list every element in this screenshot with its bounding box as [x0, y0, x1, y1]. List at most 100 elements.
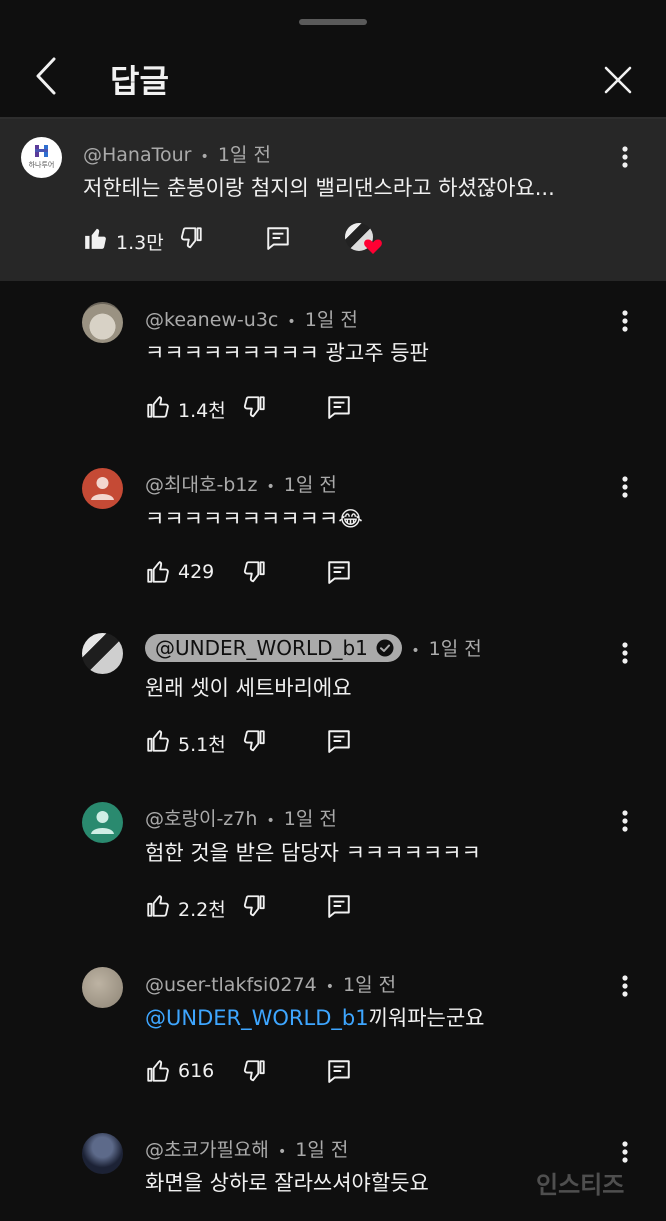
thumbs-down-icon: [243, 396, 265, 418]
like-button[interactable]: [145, 559, 171, 589]
reply-icon: [328, 895, 350, 918]
page-title: 답글: [110, 62, 169, 100]
watermark: 인스티즈: [536, 1171, 625, 1199]
avatar[interactable]: [82, 302, 123, 343]
like-count: 1.4천: [178, 400, 226, 422]
meta-separator: •: [277, 1144, 287, 1160]
comment-meta: @초코가필요해 • 1일 전: [145, 1135, 348, 1162]
comment-text-content: ㅋㅋㅋㅋㅋㅋㅋㅋㅋㅋ: [145, 507, 339, 531]
comment-text: 저한테는 춘봉이랑 첨지의 밸리댄스라고 하셨잖아요...: [83, 176, 555, 200]
comment-time[interactable]: 1일 전: [429, 638, 482, 660]
like-button[interactable]: [145, 394, 171, 424]
avatar[interactable]: [82, 1133, 123, 1174]
comment-text: @UNDER_WORLD_b1끼워파는군요: [145, 1002, 484, 1032]
default-user-icon: [91, 811, 114, 834]
comment-text: 험한 것을 받은 담당자 ㅋㅋㅋㅋㅋㅋㅋ: [145, 841, 481, 865]
comment-meta: @user-tlakfsi0274 • 1일 전: [145, 970, 396, 997]
comment-time[interactable]: 1일 전: [218, 144, 271, 166]
reply-button[interactable]: [326, 728, 352, 758]
reply-button[interactable]: [326, 893, 352, 923]
hanatour-logo: [35, 145, 48, 157]
avatar[interactable]: 하나투어: [21, 137, 62, 178]
more-button[interactable]: [615, 474, 635, 504]
meta-separator: •: [411, 643, 420, 659]
more-button[interactable]: [615, 973, 635, 1003]
like-button[interactable]: [145, 728, 171, 758]
dislike-button[interactable]: [241, 1058, 267, 1088]
replies-sheet: 답글 하나투어 @HanaTour • 1일 전 저한테는 춘봉이랑 첨지의 밸…: [0, 0, 666, 1221]
default-user-icon: [91, 477, 114, 500]
reply-button[interactable]: [326, 559, 352, 589]
thumbs-down-icon: [180, 227, 202, 249]
close-button[interactable]: [598, 60, 638, 100]
dislike-button[interactable]: [241, 394, 267, 424]
comment-author: @UNDER_WORLD_b1: [155, 636, 368, 660]
avatar-label: 하나투어: [28, 161, 55, 169]
mention-link[interactable]: @UNDER_WORLD_b1: [145, 1006, 369, 1030]
more-vert-icon: [622, 642, 628, 664]
comment-time[interactable]: 1일 전: [343, 974, 396, 996]
heart-icon: [364, 239, 382, 254]
avatar[interactable]: [82, 967, 123, 1008]
like-count: 5.1천: [178, 734, 226, 756]
comment-meta: @UNDER_WORLD_b1 • 1일 전: [145, 634, 482, 662]
reply-button[interactable]: [326, 1058, 352, 1088]
more-vert-icon: [622, 476, 628, 498]
like-button[interactable]: [145, 893, 171, 923]
close-icon: [604, 66, 632, 94]
meta-separator: •: [287, 314, 296, 330]
meta-separator: •: [200, 149, 209, 165]
meta-separator: •: [266, 813, 275, 829]
thumbs-down-icon: [243, 895, 265, 917]
reply-icon: [328, 1060, 350, 1083]
comment-time[interactable]: 1일 전: [295, 1139, 348, 1161]
comment-author[interactable]: @keanew-u3c: [145, 309, 278, 331]
comment-text: ㅋㅋㅋㅋㅋㅋㅋㅋㅋㅋ😂: [145, 503, 363, 533]
comment-author[interactable]: @user-tlakfsi0274: [145, 974, 317, 996]
creator-heart-badge[interactable]: [345, 223, 385, 259]
reply-icon: [267, 227, 289, 250]
avatar[interactable]: [82, 802, 123, 843]
header: 답글: [0, 40, 666, 118]
back-arrow-icon: [36, 57, 56, 95]
thumbs-up-icon: [147, 730, 169, 752]
reply-icon: [328, 396, 350, 419]
avatar[interactable]: [82, 468, 123, 509]
dislike-button[interactable]: [241, 728, 267, 758]
meta-separator: •: [325, 979, 334, 995]
reply-button[interactable]: [326, 394, 352, 424]
more-vert-icon: [622, 810, 628, 832]
more-button[interactable]: [615, 144, 635, 174]
more-vert-icon: [622, 310, 628, 332]
thumbs-up-icon: [147, 895, 169, 917]
comment-author[interactable]: @최대호-b1z: [145, 474, 257, 496]
emoji: 😂: [338, 507, 363, 531]
creator-handle-pill[interactable]: @UNDER_WORLD_b1: [145, 634, 403, 662]
comment-time[interactable]: 1일 전: [305, 309, 358, 331]
back-button[interactable]: [30, 54, 66, 98]
drag-handle[interactable]: [299, 19, 367, 25]
dislike-button[interactable]: [178, 225, 204, 255]
reply-icon: [328, 730, 350, 753]
avatar[interactable]: [82, 633, 123, 674]
comment-text: 원래 셋이 세트바리에요: [145, 676, 352, 700]
more-button[interactable]: [615, 640, 635, 670]
like-button[interactable]: [145, 1058, 171, 1088]
comment-author[interactable]: @호랑이-z7h: [145, 808, 257, 830]
like-count: 429: [178, 561, 215, 583]
comment-author[interactable]: @HanaTour: [83, 144, 191, 166]
like-button[interactable]: [83, 225, 109, 255]
parent-comment: 하나투어 @HanaTour • 1일 전 저한테는 춘봉이랑 첨지의 밸리댄스…: [0, 119, 666, 281]
more-button[interactable]: [615, 808, 635, 838]
reply-icon: [328, 561, 350, 584]
comment-time[interactable]: 1일 전: [284, 808, 337, 830]
comment-time[interactable]: 1일 전: [284, 474, 337, 496]
comment-author[interactable]: @초코가필요해: [145, 1139, 269, 1161]
dislike-button[interactable]: [241, 893, 267, 923]
verified-check-icon: [376, 639, 394, 657]
more-button[interactable]: [615, 308, 635, 338]
more-vert-icon: [622, 975, 628, 997]
comment-text: 화면을 상하로 잘라쓰셔야할듯요: [145, 1171, 429, 1195]
dislike-button[interactable]: [241, 559, 267, 589]
reply-button[interactable]: [265, 225, 291, 255]
